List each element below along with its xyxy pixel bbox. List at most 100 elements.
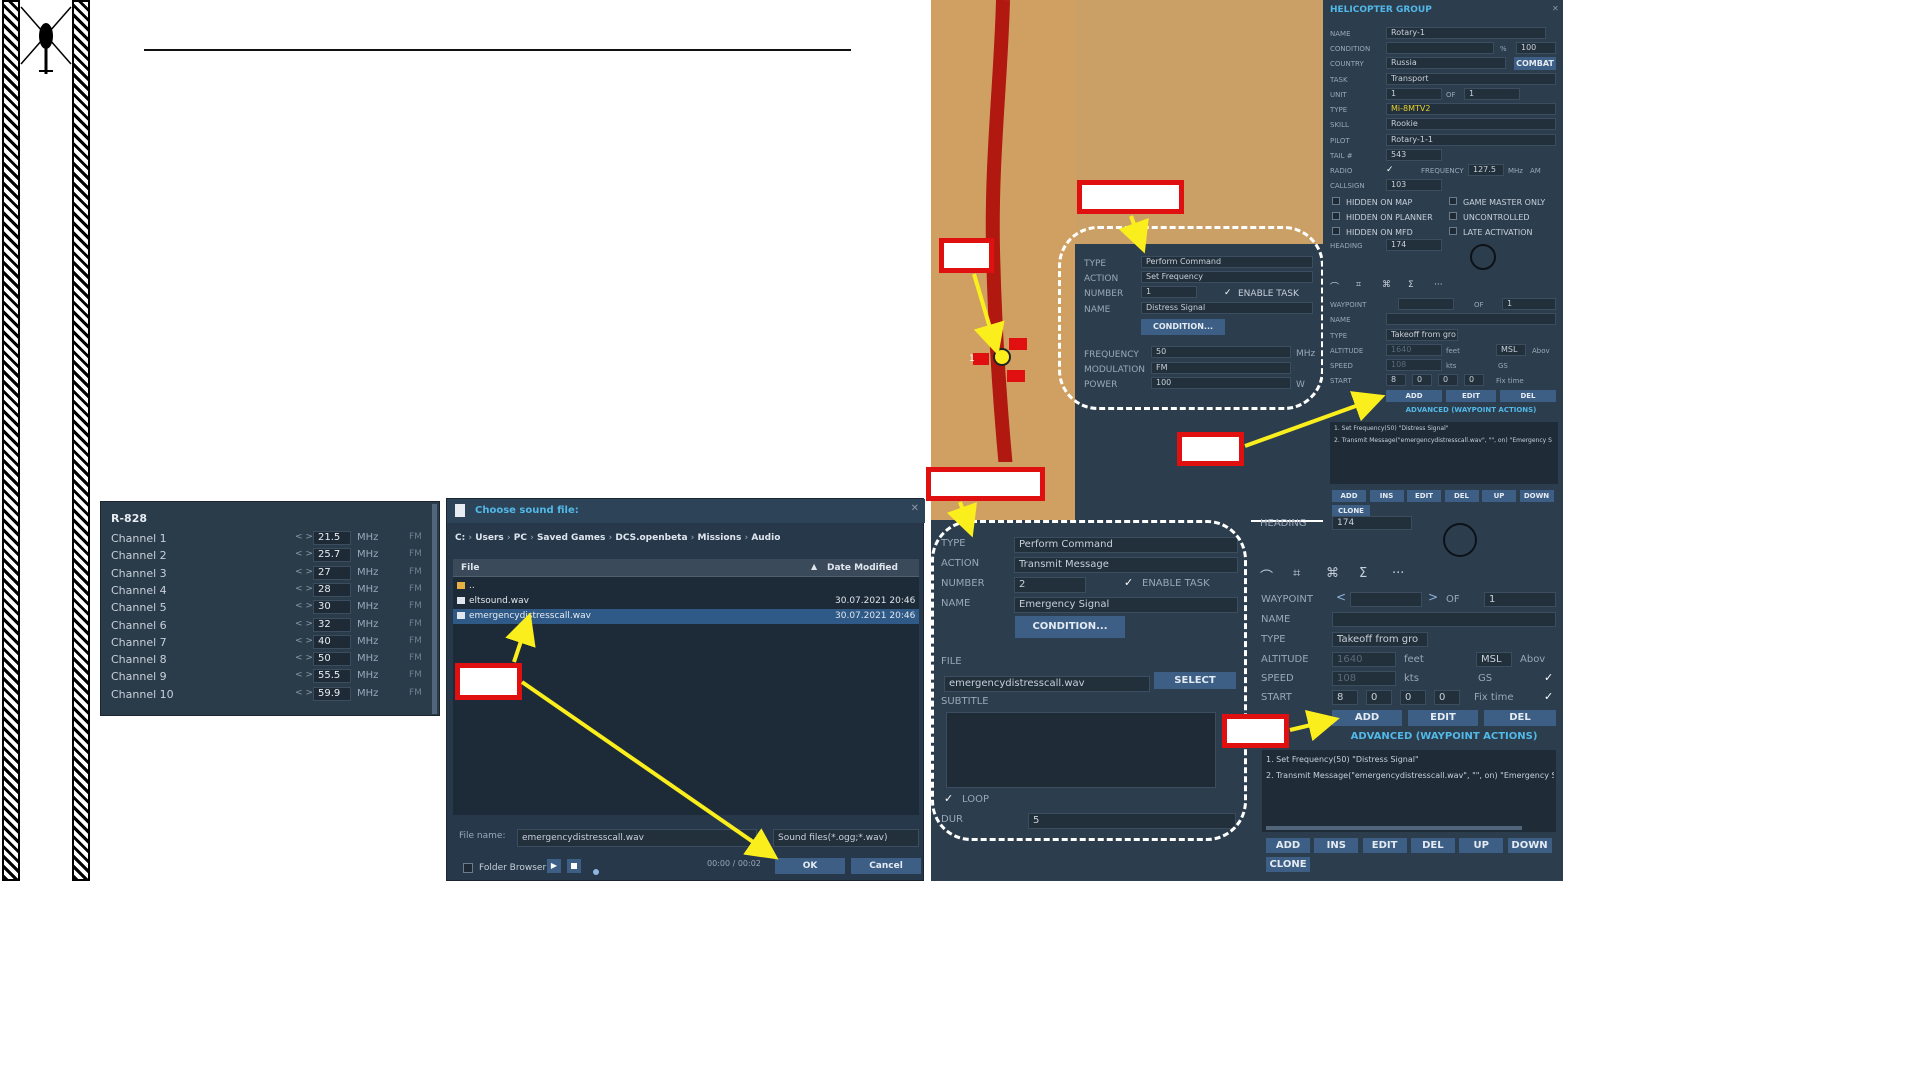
wp-small-edit-button[interactable]: EDIT [1407,490,1441,502]
breadcrumb-item[interactable]: PC [514,533,527,543]
filter-select[interactable]: Sound files(*.ogg;*.wav) [773,829,919,847]
wp-fix-check-icon[interactable]: ✓ [1544,690,1553,703]
channel-arrows-icon[interactable]: < > [295,670,313,680]
wp-small-add-button[interactable]: ADD [1386,390,1442,402]
wp-alt-field[interactable]: 1640 [1332,652,1396,667]
wp-small-edit-button[interactable]: EDIT [1446,390,1496,402]
wp-edit-button[interactable]: EDIT [1408,710,1478,726]
wp-sum-icon[interactable]: Σ [1359,566,1367,581]
wp-advanced-button[interactable]: ADVANCED (WAYPOINT ACTIONS) [1332,731,1556,742]
wp-actions-scrollbar[interactable] [1266,826,1522,830]
wp-action-item[interactable]: 2. Transmit Message("emergencydistressca… [1266,771,1554,780]
wp-small-advanced-button[interactable]: ADVANCED (WAYPOINT ACTIONS) [1386,406,1556,414]
wp-d-field[interactable]: 0 [1434,690,1460,705]
wp-small-select[interactable] [1398,298,1454,310]
combat-button[interactable]: COMBAT [1514,57,1556,70]
more-icon[interactable]: ··· [1434,280,1443,290]
wp-small-msl-field[interactable]: MSL [1496,344,1526,356]
wp-action-item[interactable]: 1. Set Frequency(50) "Distress Signal" [1266,755,1554,764]
wp-small-action-item[interactable]: 1. Set Frequency(50) "Distress Signal" [1334,425,1556,432]
cancel-button[interactable]: Cancel [851,858,921,874]
filename-chevron-icon[interactable]: ⌄ [747,833,754,842]
task-field[interactable]: Transport [1386,73,1556,85]
channel-arrows-icon[interactable]: < > [295,636,313,646]
channel-arrows-icon[interactable]: < > [295,601,313,611]
channel-value[interactable]: 28 [313,582,351,597]
wp-select[interactable] [1350,592,1422,607]
heading-small-field[interactable]: 174 [1332,516,1412,530]
breadcrumb-item[interactable]: Audio [751,533,780,543]
route-icon[interactable]: ⌒ [1330,280,1339,293]
wp-h-field[interactable]: 8 [1332,690,1358,705]
sum-icon[interactable]: Σ [1408,280,1414,290]
heading-field[interactable]: 174 [1386,239,1442,251]
name-field[interactable]: Rotary-1 [1386,27,1546,39]
wp-name-field[interactable] [1332,612,1556,627]
ok-button[interactable]: OK [775,858,845,874]
wp-next-icon[interactable]: > [1428,590,1438,604]
playback-slider[interactable] [593,869,599,875]
wp-edit-button[interactable]: EDIT [1362,838,1407,853]
gm-only-checkbox[interactable] [1449,197,1457,205]
wp-small-speed-field[interactable]: 108 [1386,359,1442,371]
type-field[interactable]: Mi-8MTV2 [1386,103,1556,115]
hidden-map-checkbox[interactable] [1332,197,1340,205]
wp-speed-field[interactable]: 108 [1332,671,1396,686]
wp-small-alt-field[interactable]: 1640 [1386,344,1442,356]
wp-type-field[interactable]: Takeoff from gro [1332,632,1428,647]
channel-value[interactable]: 27 [313,565,351,580]
folder-browser-checkbox[interactable] [463,863,473,873]
breadcrumb-item[interactable]: Saved Games [537,533,605,543]
fit-icon[interactable]: ⌗ [1356,280,1361,290]
stop-button[interactable] [567,859,581,873]
wp-prev-icon[interactable]: < [1336,590,1346,604]
wp-add-button[interactable]: ADD [1266,838,1310,853]
channel-arrows-icon[interactable]: < > [295,549,313,559]
wp-small-s-field[interactable]: 0 [1438,374,1458,386]
hidden-planner-checkbox[interactable] [1332,212,1340,220]
filename-input[interactable]: emergencydistresscall.wav [517,829,757,847]
late-checkbox[interactable] [1449,227,1457,235]
channel-arrows-icon[interactable]: < > [295,567,313,577]
file-row[interactable]: emergencydistresscall.wav 30.07.2021 20:4… [453,609,919,624]
channel-value[interactable]: 55.5 [313,669,351,684]
channel-value[interactable]: 59.9 [313,686,351,701]
callsign-field[interactable]: 103 [1386,179,1442,191]
wp-small-d-field[interactable]: 0 [1464,374,1484,386]
country-field[interactable]: Russia [1386,57,1506,69]
wp-s-field[interactable]: 0 [1400,690,1426,705]
wp-small-down-button[interactable]: DOWN [1519,490,1554,502]
breadcrumb-item[interactable]: Missions [698,533,742,543]
wp-more-icon[interactable]: ··· [1392,566,1404,581]
channel-arrows-icon[interactable]: < > [295,688,313,698]
wp-del-button[interactable]: DEL [1484,710,1556,726]
wp-ins-button[interactable]: INS [1314,838,1359,853]
heading-dial-icon[interactable] [1443,523,1477,557]
sort-asc-icon[interactable]: ▲ [811,562,817,571]
column-date[interactable]: Date Modified [827,563,898,573]
wp-small-add-button[interactable]: ADD [1332,490,1366,502]
channel-arrows-icon[interactable]: < > [295,653,313,663]
wp-small-name-field[interactable] [1386,313,1556,325]
radio-scrollbar[interactable] [432,504,437,714]
wp-small-type-field[interactable]: Takeoff from gro [1386,329,1458,341]
group-icon[interactable]: ⌘ [1382,280,1391,290]
wp-del-button[interactable]: DEL [1410,838,1455,853]
wp-total-field[interactable]: 1 [1484,592,1556,607]
freq-field[interactable]: 127.5 [1468,164,1504,176]
pilot-field[interactable]: Rotary-1-1 [1386,134,1556,146]
close-icon[interactable]: ✕ [911,503,919,514]
heading-dial-icon-small[interactable] [1470,244,1496,270]
wp-small-h-field[interactable]: 8 [1386,374,1406,386]
play-button[interactable]: ▶ [547,859,561,873]
radio-check-icon[interactable]: ✓ [1386,165,1394,175]
wp-small-up-button[interactable]: UP [1482,490,1516,502]
channel-arrows-icon[interactable]: < > [295,584,313,594]
wp-msl-field[interactable]: MSL [1476,652,1512,667]
wp-small-del-button[interactable]: DEL [1444,490,1479,502]
channel-arrows-icon[interactable]: < > [295,619,313,629]
channel-value[interactable]: 40 [313,634,351,649]
channel-value[interactable]: 30 [313,600,351,615]
wp-small-ins-button[interactable]: INS [1369,490,1404,502]
wp-fit-icon[interactable]: ⌗ [1293,566,1300,581]
